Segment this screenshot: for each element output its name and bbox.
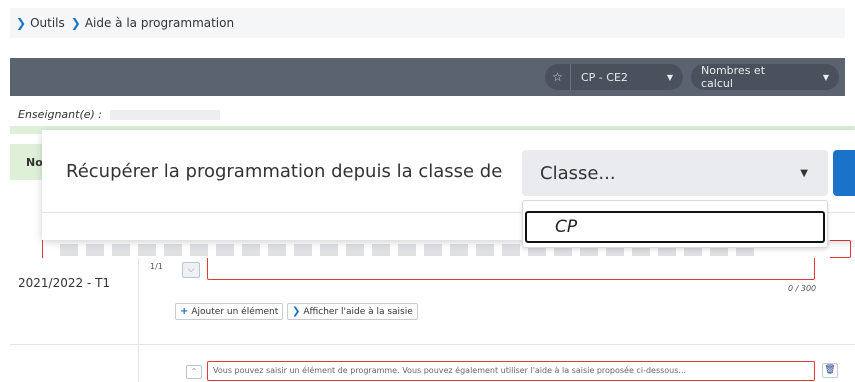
breadcrumb-item-aide[interactable]: Aide à la programmation [85,16,234,30]
class-dropdown: CP [522,200,828,248]
row-divider [10,344,855,345]
element-counter: 1/1 [150,262,163,271]
confirm-button[interactable] [833,150,855,196]
modal-label: Récupérer la programmation depuis la cla… [66,161,503,182]
source-class-select[interactable]: Classe... ▼ [522,150,828,196]
dropdown-option-cp[interactable]: CP [525,211,825,243]
plus-icon: + [180,306,189,317]
period-label: 2021/2022 - T1 [18,276,111,290]
domain-select[interactable]: Nombres et calcul ▼ [691,64,839,90]
breadcrumb-item-outils[interactable]: Outils [30,16,65,30]
breadcrumb: ❯ Outils ❯ Aide à la programmation [10,8,845,38]
trash-icon[interactable]: 🗑 [822,363,838,378]
class-level-select[interactable]: CP - CE2 ▼ [571,64,683,90]
table-header-cell: No [10,144,43,180]
teacher-label: Enseignant(e) : [18,108,103,121]
collapse-toggle-button[interactable]: ⌵ [182,262,200,278]
domain-value: Nombres et calcul [701,64,766,90]
show-help-label: Afficher l'aide à la saisie [303,306,413,317]
program-element-input[interactable] [207,255,815,280]
placeholder-text: Vous pouvez saisir un élément de program… [213,366,687,375]
caret-down-icon: ▼ [666,72,673,82]
caret-down-icon: ▼ [822,72,829,82]
add-element-label: Ajouter un élément [191,306,279,317]
chevron-right-icon: ❯ [292,306,301,317]
char-counter: 0 / 300 [788,284,817,293]
favorite-star-icon[interactable]: ☆ [545,64,571,90]
chevron-right-icon: ❯ [16,16,27,30]
add-element-button[interactable]: + Ajouter un élément [175,303,284,320]
teacher-line: Enseignant(e) : [18,108,220,121]
toolbar: ☆ CP - CE2 ▼ Nombres et calcul ▼ [10,58,845,96]
expand-toggle-button[interactable]: ⌃ [186,365,202,379]
show-help-button[interactable]: ❯ Afficher l'aide à la saisie [287,303,418,320]
class-level-value: CP - CE2 [581,70,628,84]
source-class-placeholder: Classe... [540,162,616,184]
chevron-right-icon: ❯ [70,16,81,30]
program-element-input-2[interactable]: Vous pouvez saisir un élément de program… [207,361,815,381]
input-border-fragment [830,240,851,258]
teacher-name-redacted [109,110,220,120]
caret-down-icon: ▼ [800,167,808,179]
